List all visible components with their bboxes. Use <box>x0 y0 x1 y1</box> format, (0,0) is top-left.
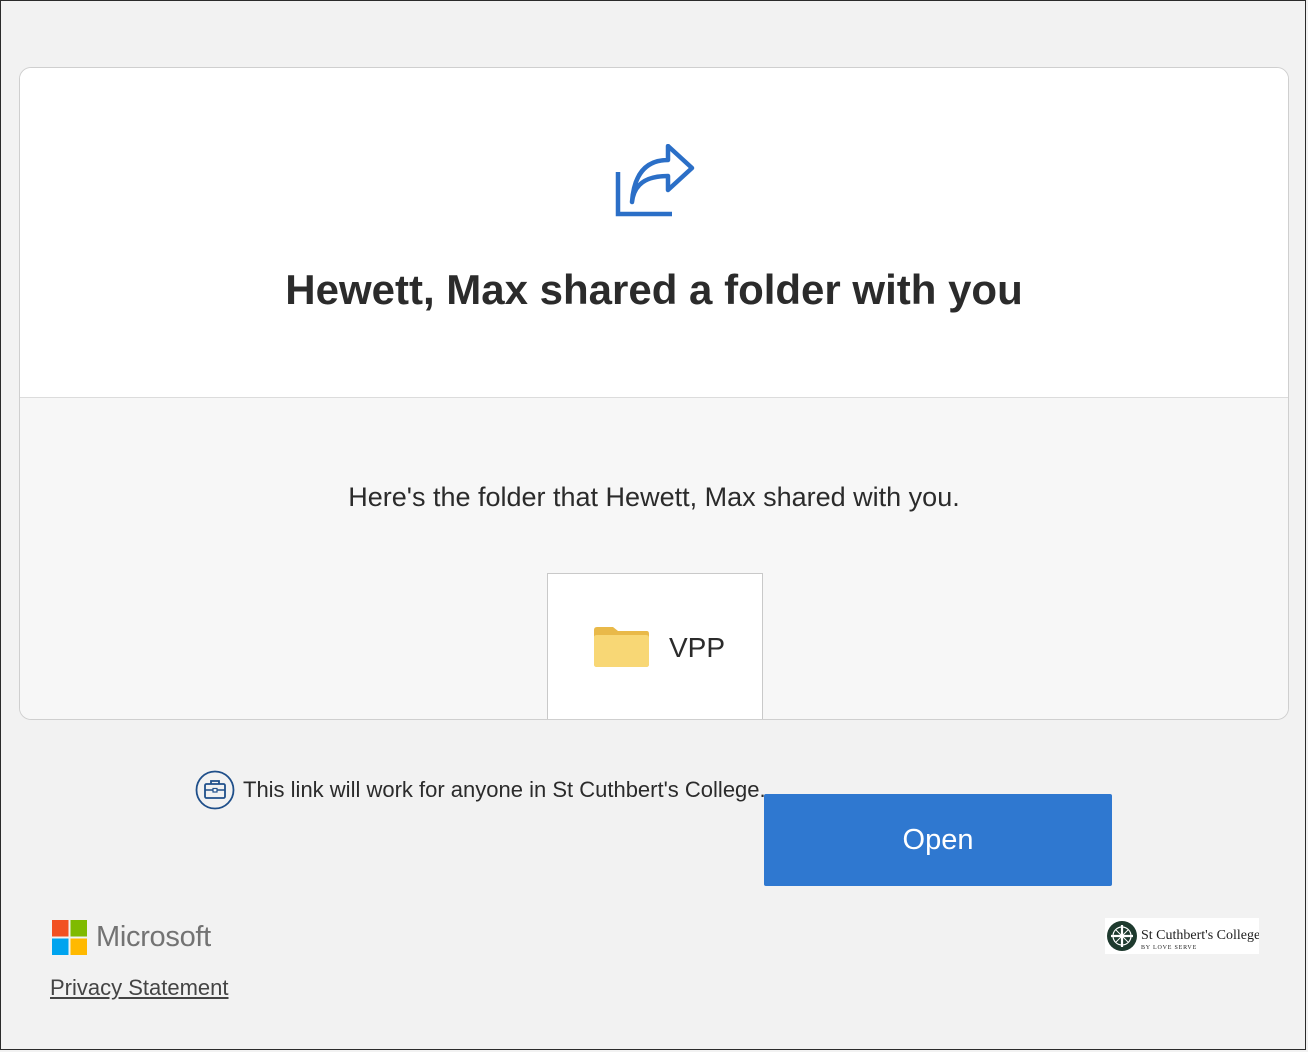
folder-tile[interactable]: VPP <box>547 573 763 719</box>
microsoft-squares-icon <box>52 919 87 955</box>
college-logo-motto: BY LOVE SERVE <box>1141 945 1197 951</box>
share-message: Here's the folder that Hewett, Max share… <box>348 482 960 512</box>
card-header: Hewett, Max shared a folder with you <box>20 68 1288 398</box>
privacy-statement-link[interactable]: Privacy Statement <box>50 975 229 1001</box>
folder-icon <box>594 627 649 667</box>
folder-name: VPP <box>669 632 726 663</box>
page-title: Hewett, Max shared a folder with you <box>285 266 1023 313</box>
link-scope-text: This link will work for anyone in St Cut… <box>243 777 766 802</box>
college-logo-name: St Cuthbert's College <box>1141 928 1259 943</box>
share-card: Hewett, Max shared a folder with you Her… <box>19 67 1289 720</box>
college-logo: St Cuthbert's College BY LOVE SERVE <box>1105 918 1259 954</box>
briefcase-icon <box>195 770 235 810</box>
open-button[interactable]: Open <box>764 794 1112 886</box>
card-body: Here's the folder that Hewett, Max share… <box>20 398 1288 719</box>
microsoft-logo: Microsoft <box>52 919 211 955</box>
microsoft-wordmark: Microsoft <box>96 920 211 953</box>
link-scope-note: This link will work for anyone in St Cut… <box>195 770 766 810</box>
share-icon <box>615 144 695 217</box>
